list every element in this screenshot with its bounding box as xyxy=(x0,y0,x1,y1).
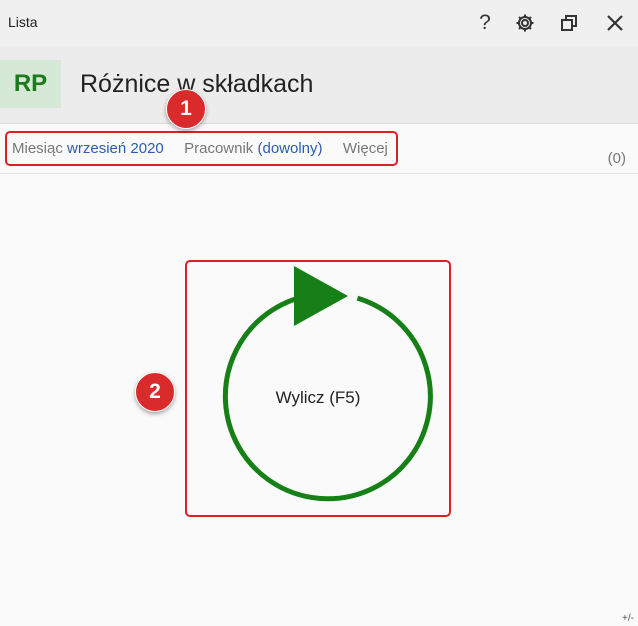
restore-icon xyxy=(561,15,577,31)
close-button[interactable] xyxy=(600,8,630,38)
record-count: (0) xyxy=(607,150,626,167)
window-title: Lista xyxy=(8,14,38,30)
page-header: RP Różnice w składkach xyxy=(0,46,638,124)
help-icon: ? xyxy=(479,11,491,34)
module-badge: RP xyxy=(0,60,61,108)
callout-badge-2: 2 xyxy=(135,372,175,412)
window-titlebar: Lista ? xyxy=(0,0,638,46)
callout-badge-1: 1 xyxy=(166,89,206,129)
filter-highlight-box xyxy=(5,131,398,166)
calculate-highlight-box xyxy=(185,260,451,517)
zoom-toggle[interactable]: +/- xyxy=(622,613,634,624)
settings-button[interactable] xyxy=(510,8,540,38)
gear-icon xyxy=(516,14,534,32)
restore-button[interactable] xyxy=(554,8,584,38)
help-button[interactable]: ? xyxy=(470,8,500,38)
close-icon xyxy=(607,15,623,31)
